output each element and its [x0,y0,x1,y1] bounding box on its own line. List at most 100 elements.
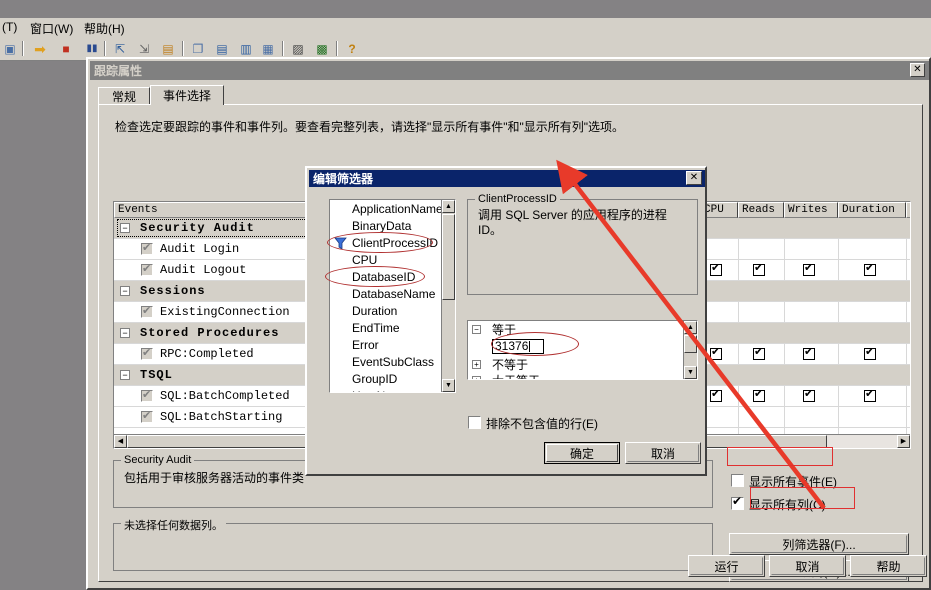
help-icon[interactable]: ? [344,41,360,57]
collapse-icon[interactable]: − [120,286,130,296]
event-checkbox[interactable] [141,346,153,360]
group-columns-icon[interactable]: ❐ [190,41,206,57]
tab-event-selection-label: 事件选择 [162,89,211,103]
list-item-label: Error [352,338,379,352]
event-checkbox[interactable] [141,304,153,318]
event-label: RPC:Completed [160,347,254,361]
event-checkbox[interactable] [141,409,153,423]
dialog-close-button[interactable]: ✕ [910,63,925,77]
list-item[interactable]: Error [330,337,379,354]
filter-dialog-close-button[interactable]: ✕ [686,171,702,185]
event-checkbox[interactable] [141,262,153,276]
annotation-rect-column-filters [750,487,855,509]
list-item[interactable]: EventSubClass [330,354,434,371]
exclude-rows-row[interactable]: 排除不包含值的行(E) [468,415,658,431]
scroll-right-button[interactable]: ▶ [897,435,910,448]
list-item[interactable]: HostName [330,388,409,392]
run-button-label: 运行 [714,559,739,574]
scroll-up-button[interactable]: ▲ [442,200,455,213]
scroll-down-button[interactable]: ▼ [684,366,697,379]
grid-col-duration[interactable]: Duration [838,202,906,218]
scroll-thumb[interactable] [684,335,697,353]
tab-event-selection[interactable]: 事件选择 [150,85,224,105]
grid-col-clientprocessid[interactable]: ClientProcessID [906,202,910,218]
event-group-label: TSQL [140,368,173,382]
filter-cancel-label: 取消 [650,446,675,461]
run-icon[interactable]: ➡ [32,41,48,57]
show-all-events-checkbox[interactable] [731,474,744,487]
cell-checkbox-reads[interactable] [753,261,765,276]
expand-icon[interactable]: + [472,376,481,379]
menu-item-0[interactable]: (T) [2,20,17,34]
collapse-icon[interactable]: − [472,325,481,334]
cell-checkbox-writes[interactable] [803,345,815,360]
filter-cancel-button[interactable]: 取消 [625,442,701,464]
column-filters-label: 列筛选器(F)... [782,537,856,552]
find-icon[interactable]: ⇱ [112,41,128,57]
cell-checkbox-reads[interactable] [753,387,765,402]
show-all-columns-checkbox[interactable] [731,494,744,510]
cell-checkbox-writes[interactable] [803,387,815,402]
tab-strip: 常规 事件选择 [98,85,923,105]
event-checkbox[interactable] [141,241,153,255]
cell-checkbox-reads[interactable] [753,345,765,360]
pause-icon[interactable]: ▮▮ [84,41,100,57]
toolbar-separator [336,41,338,56]
list-item[interactable]: EndTime [330,320,400,337]
cell-checkbox-duration[interactable] [864,387,876,402]
list-item[interactable]: Duration [330,303,397,320]
cell-checkbox-cpu[interactable] [710,345,722,360]
scroll-down-button[interactable]: ▼ [442,379,455,392]
cell-checkbox-duration[interactable] [864,261,876,276]
exclude-rows-checkbox[interactable] [468,416,481,429]
new-trace-icon[interactable]: ▣ [2,41,18,57]
tree-item-greater-equal[interactable]: + 大于等于 [468,373,540,379]
scroll-up-button[interactable]: ▲ [684,321,697,334]
tab-general[interactable]: 常规 [98,87,150,105]
event-checkbox[interactable] [141,388,153,402]
trace-properties-icon[interactable]: ▤ [160,41,176,57]
collapse-icon[interactable]: − [120,328,130,338]
aggregate-icon[interactable]: ▦ [260,41,276,57]
list-item[interactable]: ApplicationName [330,201,443,218]
list-item[interactable]: DatabaseName [330,286,435,303]
cancel-button[interactable]: 取消 [769,555,846,577]
menu-item-window[interactable]: 窗口(W) [30,20,73,37]
list-item-label: Duration [352,304,398,318]
grid-col-writes[interactable]: Writes [784,202,838,218]
scroll-thumb[interactable] [442,214,455,300]
cell-checkbox-duration[interactable] [864,345,876,360]
scroll-left-button[interactable]: ◀ [114,435,127,448]
grid-col-reads[interactable]: Reads [738,202,784,218]
expand-icon[interactable]: + [472,360,481,369]
help-button[interactable]: 帮助 [850,555,927,577]
list-item-label: CPU [352,253,378,267]
filter-dialog-title-text: 编辑筛选器 [313,172,374,186]
clear-trace-icon[interactable]: ⇲ [136,41,152,57]
collapse-icon[interactable]: − [120,370,130,380]
filter-tree-vscrollbar[interactable]: ▲ ▼ [683,321,697,379]
menu-item-help[interactable]: 帮助(H) [84,20,125,37]
run-button[interactable]: 运行 [688,555,765,577]
exclude-rows-label: 排除不包含值的行(E) [486,417,598,431]
stop-icon[interactable]: ■ [58,41,74,57]
annotation-ellipse-filter-value [491,332,579,356]
filter-column-listbox[interactable]: ApplicationName BinaryData ClientProcess… [329,199,456,393]
column-filters-button[interactable]: 列筛选器(F)... [729,533,909,555]
filter-off-icon[interactable]: ▨ [290,41,306,57]
filter-on-icon[interactable]: ▩ [314,41,330,57]
annotation-ellipse-clientprocessid [327,232,433,253]
cell-checkbox-cpu[interactable] [710,261,722,276]
collapse-icon[interactable]: − [120,223,130,233]
columns-icon[interactable]: ▥ [238,41,254,57]
event-label: ExistingConnection [160,305,290,319]
cell-checkbox-writes[interactable] [803,261,815,276]
list-item-label: BinaryData [352,219,412,233]
list-item[interactable]: GroupID [330,371,397,388]
dialog-title-text: 跟踪属性 [94,64,143,78]
rows-icon[interactable]: ▤ [214,41,230,57]
tree-item-not-equal[interactable]: + 不等于 [468,357,528,373]
filter-ok-button[interactable]: 确定 [544,442,620,464]
cell-checkbox-cpu[interactable] [710,387,722,402]
filter-list-vscrollbar[interactable]: ▲ ▼ [441,200,455,392]
